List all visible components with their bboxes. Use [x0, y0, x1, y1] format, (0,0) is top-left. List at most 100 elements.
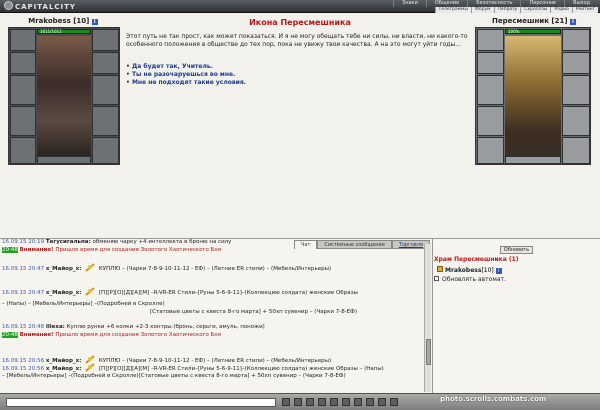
help-icon[interactable] — [378, 398, 386, 406]
log-icon[interactable] — [366, 398, 374, 406]
dialog-option-2[interactable]: Ты не разочаруешься во мне. — [126, 71, 426, 79]
weapon-slot[interactable] — [10, 75, 36, 105]
message-nick[interactable]: х_Майор_х: — [46, 266, 82, 272]
npc-weapon-slot — [477, 75, 504, 105]
top-bar: CAPITALCITY Знаки Общение Безопасность П… — [0, 0, 600, 13]
smiles-icon[interactable] — [282, 398, 290, 406]
chat-message-continued: – (Напы) – [Мебель/Интерьеры] –(Подробне… — [2, 301, 422, 308]
auto-refresh-checkbox[interactable] — [434, 276, 439, 281]
message-nick[interactable]: х_Майор_х: — [46, 290, 82, 296]
chat-message-continued: – [Мебель/Интерьеры] –(Подробней в Скрол… — [2, 373, 422, 380]
player-avatar — [37, 36, 91, 156]
message-warning: Внимание! — [19, 247, 54, 253]
menu-signs[interactable]: Знаки — [393, 0, 426, 7]
npc-boots-slot — [562, 137, 590, 164]
npc-helmet-slot — [477, 29, 504, 51]
npc-amulet-slot — [477, 52, 504, 74]
message-time[interactable]: 16.09.15 20:56 — [2, 366, 44, 372]
user-list-panel: Обновить Храм Пересмешника (1) Mrakobess… — [432, 238, 600, 393]
message-time[interactable]: 16.09.15 20:19 — [2, 239, 44, 245]
npc-armor-slot — [477, 106, 504, 136]
gold-clan-icon — [85, 263, 95, 272]
rune-slots[interactable] — [37, 156, 91, 164]
auto-refresh-label: Обновлять автомат. — [442, 276, 506, 283]
user-info-icon[interactable]: i — [495, 268, 502, 274]
earring-slot[interactable] — [92, 29, 119, 51]
dialog-option-3[interactable]: Мне не подходят такие условия. — [126, 79, 426, 87]
message-time[interactable]: 16.09.15 20:47 — [2, 290, 44, 296]
npc-info-icon[interactable]: i — [569, 19, 576, 25]
message-nick[interactable]: х_Майор_х: — [46, 366, 82, 372]
tab-system-messages[interactable]: Системные сообщения — [317, 240, 392, 249]
gold-clan-icon — [85, 287, 95, 296]
message-time[interactable]: 16.09.15 20:48 — [2, 324, 44, 330]
message-nick[interactable]: Illexa: — [46, 324, 65, 330]
dialog-title: Икона Пересмешника — [249, 18, 351, 27]
user-name[interactable]: Mrakobess — [445, 267, 481, 274]
auto-refresh-option[interactable]: Обновлять автомат. — [434, 276, 506, 283]
refresh-button[interactable]: Обновить — [500, 246, 533, 254]
gloves-slot[interactable] — [92, 106, 119, 136]
app-logo: CAPITALCITY — [4, 1, 76, 12]
belt-slot[interactable] — [10, 137, 36, 164]
message-text: КУПЛЮ – (Чарки 7-8-9-10-11-12 - ЕФ) – (Л… — [98, 266, 332, 272]
message-text: Куплю рунки +6 колки +2-3 контры.(бронь,… — [66, 324, 265, 330]
player-hp-text: 1611/1611 — [40, 29, 62, 34]
shield-slot[interactable] — [92, 75, 119, 105]
npc-hp-text: 100% — [508, 29, 520, 34]
menu-exit[interactable]: Выход — [564, 0, 598, 7]
message-text: – (Напы) – [Мебель/Интерьеры] –(Подробне… — [2, 301, 165, 307]
chat-input[interactable] — [6, 398, 276, 407]
chat-scrollbar[interactable] — [424, 244, 431, 392]
scrollbar-thumb[interactable] — [426, 339, 431, 365]
message-warning: Внимание! — [19, 332, 54, 338]
amulet-slot[interactable] — [10, 52, 36, 74]
npc-earring-slot — [562, 29, 590, 51]
npc-belt-slot — [477, 137, 504, 164]
menu-character[interactable]: Персонаж — [520, 0, 564, 7]
logo-emblem-icon — [4, 1, 13, 10]
settings-icon[interactable] — [354, 398, 362, 406]
sound-icon[interactable] — [342, 398, 350, 406]
message-text: [П][Р][О][Д][А][М] –R-VR-ER Стили–[Руны … — [98, 366, 384, 372]
chat-message: 16.09.15 20:47 х_Майор_х: КУПЛЮ – (Чарки… — [2, 263, 422, 273]
player-name[interactable]: Mrakobess — [28, 17, 71, 25]
translit-icon[interactable] — [318, 398, 326, 406]
chat-message: 16.09.15 20:47 х_Майор_х: [П][Р][О][Д][А… — [2, 287, 422, 297]
message-time[interactable]: 16.09.15 20:47 — [2, 266, 44, 272]
clear-icon[interactable] — [294, 398, 302, 406]
chat-message: 20:48 Внимание! Пришло время для создани… — [2, 332, 422, 339]
npc-name[interactable]: Пересмешник — [492, 17, 549, 25]
helmet-slot[interactable] — [10, 29, 36, 51]
npc-name-header: Пересмешник [21] i — [478, 17, 590, 25]
send-icon[interactable] — [390, 398, 398, 406]
npc-level: [21] — [551, 17, 568, 25]
player-hp-bar: 1611/1611 — [37, 29, 91, 34]
dialog-options: Да будет так, Учитель. Ты не разочаруешь… — [126, 63, 426, 87]
message-text: [П][Р][О][Д][А][М] –R-VR-ER Стили–[Руны … — [98, 290, 358, 296]
npc-avatar — [505, 36, 561, 156]
ring-slot[interactable] — [92, 52, 119, 74]
watermark: photo.scrolls.combats.com — [440, 395, 547, 403]
player-info-icon[interactable]: i — [91, 19, 98, 25]
dialog-option-1[interactable]: Да будет так, Учитель. — [126, 63, 426, 71]
menu-security[interactable]: Безопасность — [467, 0, 520, 7]
npc-gloves-slot — [562, 106, 590, 136]
player-name-header: Mrakobess [10] i — [8, 17, 118, 25]
color-icon[interactable] — [330, 398, 338, 406]
user-level: [10] — [481, 267, 494, 274]
dialog-text: Этот путь не так прост, как может показа… — [126, 33, 468, 48]
boots-slot[interactable] — [92, 137, 119, 164]
message-text: – [Мебель/Интерьеры] –(Подробней в Скрол… — [2, 373, 346, 379]
user-list-item[interactable]: Mrakobess[10] i — [437, 266, 502, 274]
filter-icon[interactable] — [306, 398, 314, 406]
tab-chat[interactable]: Чат — [294, 240, 318, 249]
message-nick[interactable]: Тегусигальпа: — [46, 239, 91, 245]
chat-tabs: Чат Системные сообщения Торговля — [294, 240, 430, 249]
armor-slot[interactable] — [10, 106, 36, 136]
private-chat-icon[interactable] — [437, 266, 443, 272]
chat-panel: 16.09.15 20:19 Тегусигальпа: обменяю чар… — [0, 238, 432, 393]
chat-message: 16.09.15 20:48 Illexa: Куплю рунки +6 ко… — [2, 324, 422, 331]
logo-text: CAPITALCITY — [15, 3, 76, 11]
menu-communication[interactable]: Общение — [425, 0, 467, 7]
